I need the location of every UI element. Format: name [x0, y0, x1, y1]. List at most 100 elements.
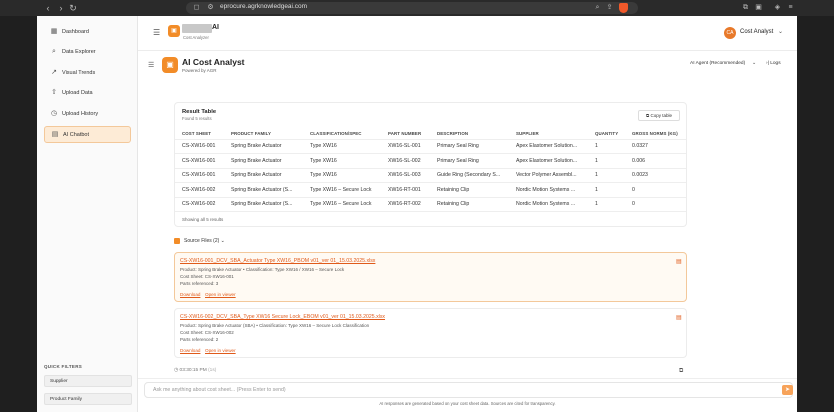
chevron-down-icon[interactable]: ⌄ — [752, 60, 756, 66]
table-cell: Type XW16 — [310, 157, 337, 164]
document-icon — [174, 238, 180, 244]
sidebar-item-ai-chatbot[interactable]: ▤ AI Chatbot — [44, 126, 131, 143]
table-cell: 1 — [595, 201, 598, 207]
sidebar-item-visual-trends[interactable]: ↗ Visual Trends — [44, 65, 131, 82]
sidebar-item-label: Upload History — [62, 111, 99, 117]
column-header: PRODUCT FAMILY — [231, 131, 272, 136]
forward-icon[interactable]: › — [56, 3, 66, 13]
table-cell: Spring Brake Actuator (S... — [231, 201, 293, 207]
file-icon[interactable]: ▤ — [676, 314, 682, 321]
quick-filter-supplier[interactable]: Supplier — [44, 375, 132, 387]
table-cell: Type XW16 – Secure Lock — [310, 186, 372, 193]
source-file-product: Product: Spring Brake Actuator • Classif… — [180, 267, 345, 272]
table-cell: 0.0327 — [632, 143, 648, 149]
wallet-icon[interactable]: ◈ — [773, 3, 782, 12]
table-cell: Nordic Motion Systems ... — [516, 186, 576, 193]
table-cell: Primary Seal Ring — [437, 157, 479, 164]
chat-input-area: Ask me anything about cost sheet... (Pre… — [138, 378, 797, 412]
history-icon: ◷ — [50, 110, 58, 117]
brave-shield-icon[interactable] — [619, 3, 628, 13]
table-cell: XW16-RT-001 — [388, 186, 421, 193]
extensions-icon[interactable]: ⧉ — [741, 3, 750, 12]
back-icon[interactable]: ‹ — [43, 3, 53, 13]
sidebar: ▦ Dashboard ⌕ Data Explorer ↗ Visual Tre… — [37, 16, 138, 412]
table-cell: Retaining Clip — [437, 186, 470, 193]
sidebar-toggle-icon[interactable]: ▣ — [754, 3, 763, 12]
table-cell: 0 — [632, 201, 635, 207]
results-count: Showing all 5 results — [182, 217, 224, 222]
column-header: GROSS NORMS (KG) — [632, 131, 678, 136]
sidebar-item-label: Visual Trends — [62, 70, 96, 76]
column-header: QUANTITY — [595, 131, 619, 136]
hamburger-icon[interactable]: ☰ — [153, 28, 160, 37]
menu-icon[interactable]: ≡ — [786, 3, 795, 12]
send-button[interactable]: ➤ — [782, 385, 793, 395]
open-viewer-link[interactable]: Open in viewer — [205, 348, 236, 353]
search-icon: ⌕ — [52, 48, 56, 55]
sidebar-item-upload-history[interactable]: ◷ Upload History — [44, 106, 131, 123]
source-files-toggle[interactable]: Source Files (2) ⌄ — [184, 238, 225, 244]
copy-table-button[interactable]: ⧉ Copy table — [638, 110, 680, 121]
table-cell: Spring Brake Actuator — [231, 172, 282, 178]
download-link[interactable]: Download — [180, 348, 200, 353]
sidebar-item-upload-data[interactable]: ⇧ Upload Data — [44, 85, 131, 102]
table-cell: CS-XW16-001 — [182, 143, 216, 149]
table-cell: CS-XW16-002 — [182, 186, 216, 193]
table-cell: Type XW16 – Secure Lock — [310, 201, 372, 207]
message-timestamp: ◷ 03:30:15 PM (1s) — [174, 368, 217, 373]
column-header: DESCRIPTION — [437, 131, 469, 136]
chat-input[interactable]: Ask me anything about cost sheet... (Pre… — [144, 382, 793, 398]
sidebar-item-data-explorer[interactable]: ⌕ Data Explorer — [44, 44, 131, 61]
brand-subtitle: Cost Analyzer — [183, 35, 209, 40]
source-files-heading: Source Files (2) — [184, 238, 220, 244]
browser-toolbar: ‹ › ↻ ◻ ⚙ eprocure.agrknowledgeai.com ⌕ … — [0, 0, 834, 16]
user-name[interactable]: Cost Analyst — [740, 29, 773, 35]
source-file-cost-sheet: Cost Sheet: CS-XW16-001 — [180, 274, 234, 279]
table-cell: 1 — [595, 157, 598, 164]
chat-header: ☰ ▣ AI Cost Analyst Powered by AGR AI Ag… — [138, 51, 797, 80]
chevron-down-icon[interactable]: ⌄ — [778, 28, 783, 35]
open-viewer-link[interactable]: Open in viewer — [205, 292, 236, 297]
table-cell: Apex Elastomer Solution... — [516, 143, 578, 149]
table-cell: Spring Brake Actuator — [231, 157, 282, 164]
source-file-card: CS-XW16-002_DCV_SBA_Type XW16 Secure Loc… — [174, 308, 687, 358]
site-info-icon[interactable]: ⚙ — [206, 3, 215, 12]
table-cell: Guide Ring (Secondary S... — [437, 172, 501, 178]
reload-icon[interactable]: ↻ — [68, 3, 78, 13]
source-file-link[interactable]: CS-XW16-002_DCV_SBA_Type XW16 Secure Loc… — [180, 314, 385, 320]
table-cell: CS-XW16-001 — [182, 172, 216, 178]
table-cell: XW16-SL-002 — [388, 157, 421, 164]
timestamp-time: 03:30:15 PM — [179, 368, 207, 373]
share-icon[interactable]: ⇪ — [605, 3, 614, 12]
url-text[interactable]: eprocure.agrknowledgeai.com — [220, 3, 307, 10]
table-cell: 0 — [632, 186, 635, 193]
table-cell: CS-XW16-002 — [182, 201, 216, 207]
avatar[interactable]: CA — [724, 27, 736, 39]
copy-message-icon[interactable]: ⧉ — [679, 368, 683, 375]
source-file-link[interactable]: CS-XW16-001_DCV_SBA_Actuator Type XW16_P… — [180, 258, 375, 264]
quick-filter-product-family[interactable]: Product Family — [44, 393, 132, 405]
agent-select[interactable]: AI Agent (Recommended) — [690, 61, 745, 66]
file-icon[interactable]: ▤ — [676, 258, 682, 265]
table-cell: Spring Brake Actuator (S... — [231, 186, 293, 193]
download-link[interactable]: Download — [180, 292, 200, 297]
zoom-icon[interactable]: ⌕ — [593, 3, 602, 12]
page-title: AI Cost Analyst — [182, 57, 245, 67]
divider — [175, 139, 686, 140]
logs-button[interactable]: ›| Logs — [766, 61, 781, 66]
quick-filters-title: QUICK FILTERS — [44, 364, 83, 369]
column-header: PART NUMBER — [388, 131, 422, 136]
bookmark-icon[interactable]: ◻ — [192, 3, 201, 12]
result-table-card: Result Table Found 5 results ⧉ Copy tabl… — [174, 102, 687, 227]
table-cell: 0.0023 — [632, 172, 648, 178]
table-row-divider — [175, 167, 686, 169]
menu-lines-icon[interactable]: ☰ — [148, 61, 154, 69]
table-row-divider — [175, 182, 686, 183]
source-file-product: Product: Spring Brake Actuator (SBA) • C… — [180, 323, 370, 328]
table-cell: Spring Brake Actuator — [231, 143, 282, 149]
sidebar-item-dashboard[interactable]: ▦ Dashboard — [44, 24, 131, 41]
column-header: SUPPLIER — [516, 131, 539, 136]
brand-logo-icon: ▣ — [168, 25, 180, 37]
chat-input-placeholder: Ask me anything about cost sheet... (Pre… — [153, 387, 286, 393]
grid-icon: ▦ — [50, 28, 58, 35]
